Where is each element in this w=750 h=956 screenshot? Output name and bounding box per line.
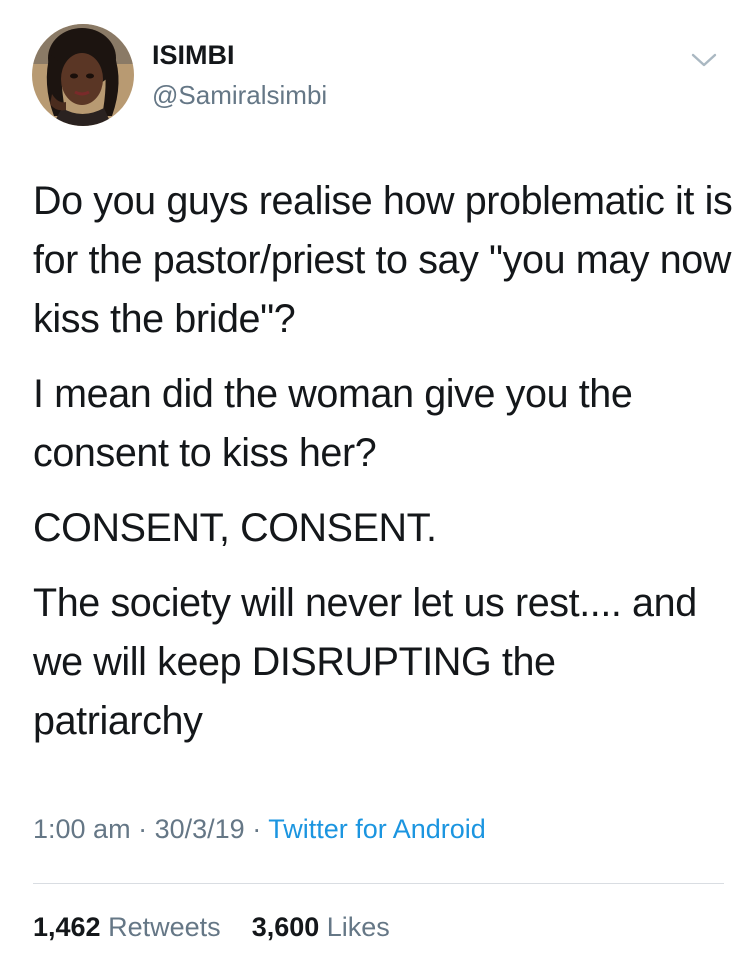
tweet-paragraph: I mean did the woman give you the consen… — [33, 372, 633, 475]
tweet-source-link[interactable]: Twitter for Android — [268, 814, 486, 844]
likes-label: Likes — [326, 912, 390, 942]
display-name[interactable]: ISIMBI — [152, 42, 235, 69]
retweets-label: Retweets — [108, 912, 221, 942]
likes-count: 3,600 — [251, 912, 320, 942]
retweets-count: 1,462 — [33, 912, 101, 942]
tweet-date[interactable]: 30/3/19 — [155, 814, 245, 844]
chevron-down-icon[interactable] — [690, 50, 718, 70]
likes-stat[interactable]: 3,600 Likes — [244, 912, 390, 942]
profile-photo-icon — [32, 24, 134, 126]
retweets-stat[interactable]: 1,462 Retweets — [33, 912, 228, 942]
divider — [33, 883, 724, 884]
user-handle[interactable]: @Samiralsimbi — [152, 82, 327, 108]
tweet-paragraph: The society will never let us rest.... a… — [33, 581, 697, 743]
tweet-meta: 1:00 am · 30/3/19 · Twitter for Android — [33, 816, 486, 843]
meta-separator: · — [138, 814, 148, 844]
avatar[interactable] — [32, 24, 134, 126]
tweet-time[interactable]: 1:00 am — [33, 814, 131, 844]
tweet-stats: 1,462 Retweets 3,600 Likes — [33, 914, 390, 941]
tweet-text: Do you guys realise how problematic it i… — [33, 172, 733, 767]
tweet-paragraph: CONSENT, CONSENT. — [33, 506, 437, 550]
tweet-paragraph: Do you guys realise how problematic it i… — [33, 179, 733, 341]
meta-separator: · — [252, 814, 262, 844]
